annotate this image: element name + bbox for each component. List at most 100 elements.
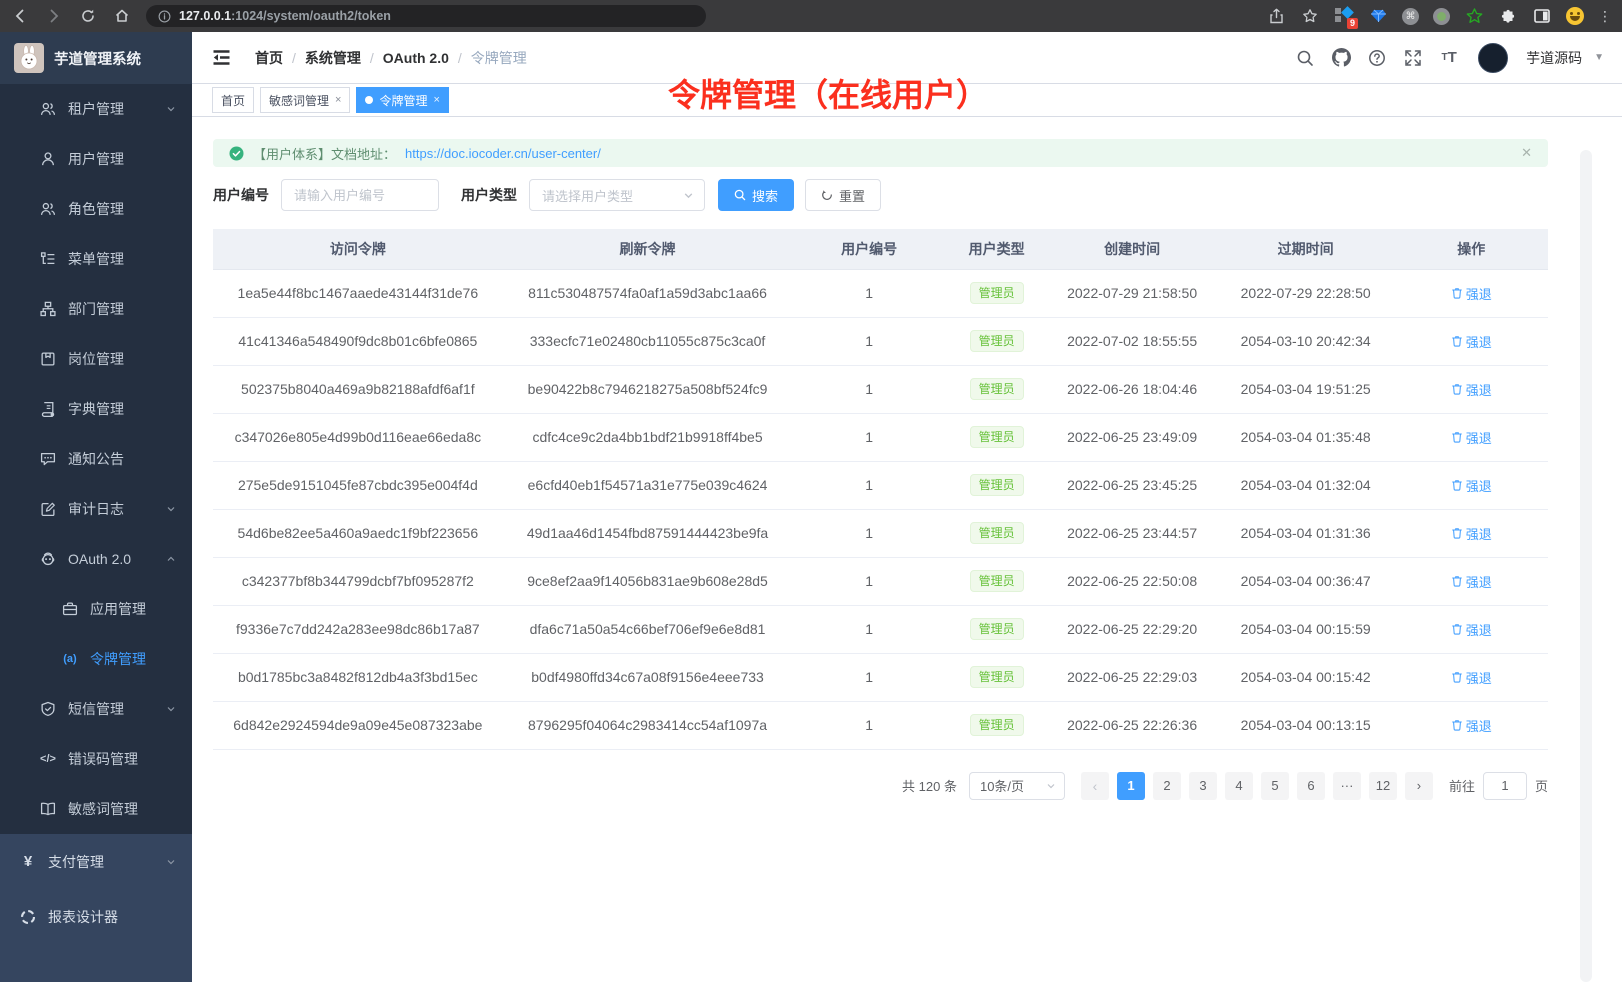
user-id-input[interactable] (281, 179, 439, 211)
breadcrumb-system[interactable]: 系统管理 (305, 48, 361, 68)
breadcrumb-home[interactable]: 首页 (255, 48, 283, 68)
app-logo-bar[interactable]: 芋道管理系统 (0, 32, 192, 84)
breadcrumb: 首页 / 系统管理 / OAuth 2.0 / 令牌管理 (255, 48, 527, 68)
github-icon[interactable] (1328, 45, 1354, 71)
command-icon[interactable]: ⌘ (1402, 8, 1419, 25)
page-button[interactable]: 4 (1225, 772, 1253, 800)
chevron-down-icon (166, 704, 176, 714)
pagination: 共 120 条 10条/页 ‹ 1 2 3 4 5 6 ··· 12 › 前往 … (213, 772, 1548, 800)
user-type-select[interactable]: 请选择用户类型 (529, 179, 705, 211)
user-type-badge: 管理员 (970, 282, 1024, 304)
sidebar-item-audit[interactable]: 审计日志 (0, 484, 192, 534)
close-icon[interactable]: ✕ (1521, 145, 1532, 161)
forward-icon[interactable] (44, 6, 64, 26)
scrollbar[interactable] (1580, 150, 1592, 982)
close-icon[interactable]: × (433, 94, 439, 106)
next-page-button[interactable]: › (1405, 772, 1433, 800)
user-type-badge: 管理员 (970, 330, 1024, 352)
username[interactable]: 芋道源码 (1526, 48, 1582, 68)
share-icon[interactable] (1266, 6, 1286, 26)
sidebar-menu: 租户管理 用户管理 角色管理 菜单管理 部门管理 (0, 84, 192, 982)
star-icon[interactable] (1300, 6, 1320, 26)
force-logout-button[interactable]: 强退 (1451, 668, 1492, 687)
avatar[interactable] (1478, 43, 1508, 73)
puzzle-icon[interactable] (1498, 6, 1518, 26)
page-ellipsis[interactable]: ··· (1333, 772, 1361, 800)
tag-home[interactable]: 首页 (212, 87, 254, 113)
sidebar-item-dept[interactable]: 部门管理 (0, 284, 192, 334)
sidebar-item-oauth[interactable]: OAuth 2.0 (0, 534, 192, 584)
gem-icon[interactable] (1368, 6, 1388, 26)
force-logout-button[interactable]: 强退 (1451, 524, 1492, 543)
report-icon (20, 909, 36, 925)
sidebar-item-report[interactable]: 报表设计器 (0, 889, 192, 944)
reload-icon[interactable] (78, 6, 98, 26)
user-type-badge: 管理员 (970, 522, 1024, 544)
sidebar-item-sensitive[interactable]: 敏感词管理 (0, 784, 192, 834)
sidebar-item-sms[interactable]: 短信管理 (0, 684, 192, 734)
chevron-down-icon (166, 104, 176, 114)
sidebar-item-tenant[interactable]: 租户管理 (0, 84, 192, 134)
force-logout-button[interactable]: 强退 (1451, 380, 1492, 399)
force-logout-button[interactable]: 强退 (1451, 716, 1492, 735)
hamburger-icon[interactable] (208, 45, 235, 70)
sidebar-item-dict[interactable]: 字典管理 (0, 384, 192, 434)
table-row: b0d1785bc3a8482f812db4a3f3bd15ec b0df498… (213, 653, 1548, 701)
window-icon[interactable] (1532, 6, 1552, 26)
force-logout-button[interactable]: 强退 (1451, 284, 1492, 303)
navbar: 首页 / 系统管理 / OAuth 2.0 / 令牌管理 TT 芋道源码 ▼ (192, 32, 1622, 84)
sidebar: 芋道管理系统 租户管理 用户管理 角色管理 菜单 (0, 32, 192, 982)
page-button[interactable]: 3 (1189, 772, 1217, 800)
force-logout-button[interactable]: 强退 (1451, 572, 1492, 591)
back-icon[interactable] (10, 6, 30, 26)
extension-badge: 9 (1347, 18, 1358, 29)
user-type-badge: 管理员 (970, 618, 1024, 640)
table-header-row: 访问令牌 刷新令牌 用户编号 用户类型 创建时间 过期时间 操作 (213, 229, 1548, 269)
sidebar-item-oauth-app[interactable]: 应用管理 (0, 584, 192, 634)
fontsize-icon[interactable]: TT (1436, 45, 1462, 71)
sidebar-item-notice[interactable]: 通知公告 (0, 434, 192, 484)
page-button[interactable]: 2 (1153, 772, 1181, 800)
doc-link[interactable]: https://doc.iocoder.cn/user-center/ (405, 146, 601, 161)
star-green-icon[interactable] (1464, 6, 1484, 26)
kebab-menu-icon[interactable]: ⋮ (1598, 9, 1612, 23)
help-icon[interactable] (1364, 45, 1390, 71)
force-logout-button[interactable]: 强退 (1451, 332, 1492, 351)
sidebar-item-menu[interactable]: 菜单管理 (0, 234, 192, 284)
prev-page-button[interactable]: ‹ (1081, 772, 1109, 800)
goto-page-input[interactable] (1483, 772, 1527, 800)
force-logout-button[interactable]: 强退 (1451, 620, 1492, 639)
home-icon[interactable] (112, 6, 132, 26)
force-logout-button[interactable]: 强退 (1451, 476, 1492, 495)
record-icon[interactable] (1433, 8, 1450, 25)
url-host: 127.0.0.1 (179, 9, 231, 23)
search-icon[interactable] (1292, 45, 1318, 71)
tag-token[interactable]: 令牌管理× (356, 87, 448, 113)
page-button[interactable]: 1 (1117, 772, 1145, 800)
search-button[interactable]: 搜索 (718, 179, 794, 211)
user-type-badge: 管理员 (970, 378, 1024, 400)
info-icon[interactable] (158, 10, 171, 23)
tag-sensitive[interactable]: 敏感词管理× (260, 87, 350, 113)
sidebar-item-role[interactable]: 角色管理 (0, 184, 192, 234)
sidebar-item-post[interactable]: 岗位管理 (0, 334, 192, 384)
caret-down-icon[interactable]: ▼ (1594, 52, 1604, 63)
close-icon[interactable]: × (335, 94, 341, 106)
page-size-select[interactable]: 10条/页 (969, 772, 1065, 800)
address-bar[interactable]: 127.0.0.1:1024/system/oauth2/token (146, 5, 706, 27)
sidebar-item-pay[interactable]: ¥ 支付管理 (0, 834, 192, 889)
extension-icon[interactable]: 9 (1334, 6, 1354, 26)
fullscreen-icon[interactable] (1400, 45, 1426, 71)
force-logout-button[interactable]: 强退 (1451, 428, 1492, 447)
filter-bar: 用户编号 用户类型 请选择用户类型 搜索 重置 (213, 179, 1548, 211)
page-button[interactable]: 5 (1261, 772, 1289, 800)
reset-button[interactable]: 重置 (805, 179, 881, 211)
page-button[interactable]: 12 (1369, 772, 1397, 800)
page-button[interactable]: 6 (1297, 772, 1325, 800)
users-icon (40, 101, 56, 117)
emoji-icon[interactable] (1566, 7, 1584, 25)
breadcrumb-oauth[interactable]: OAuth 2.0 (383, 50, 449, 66)
sidebar-item-errcode[interactable]: </> 错误码管理 (0, 734, 192, 784)
sidebar-item-user[interactable]: 用户管理 (0, 134, 192, 184)
sidebar-item-oauth-token[interactable]: (a) 令牌管理 (0, 634, 192, 684)
